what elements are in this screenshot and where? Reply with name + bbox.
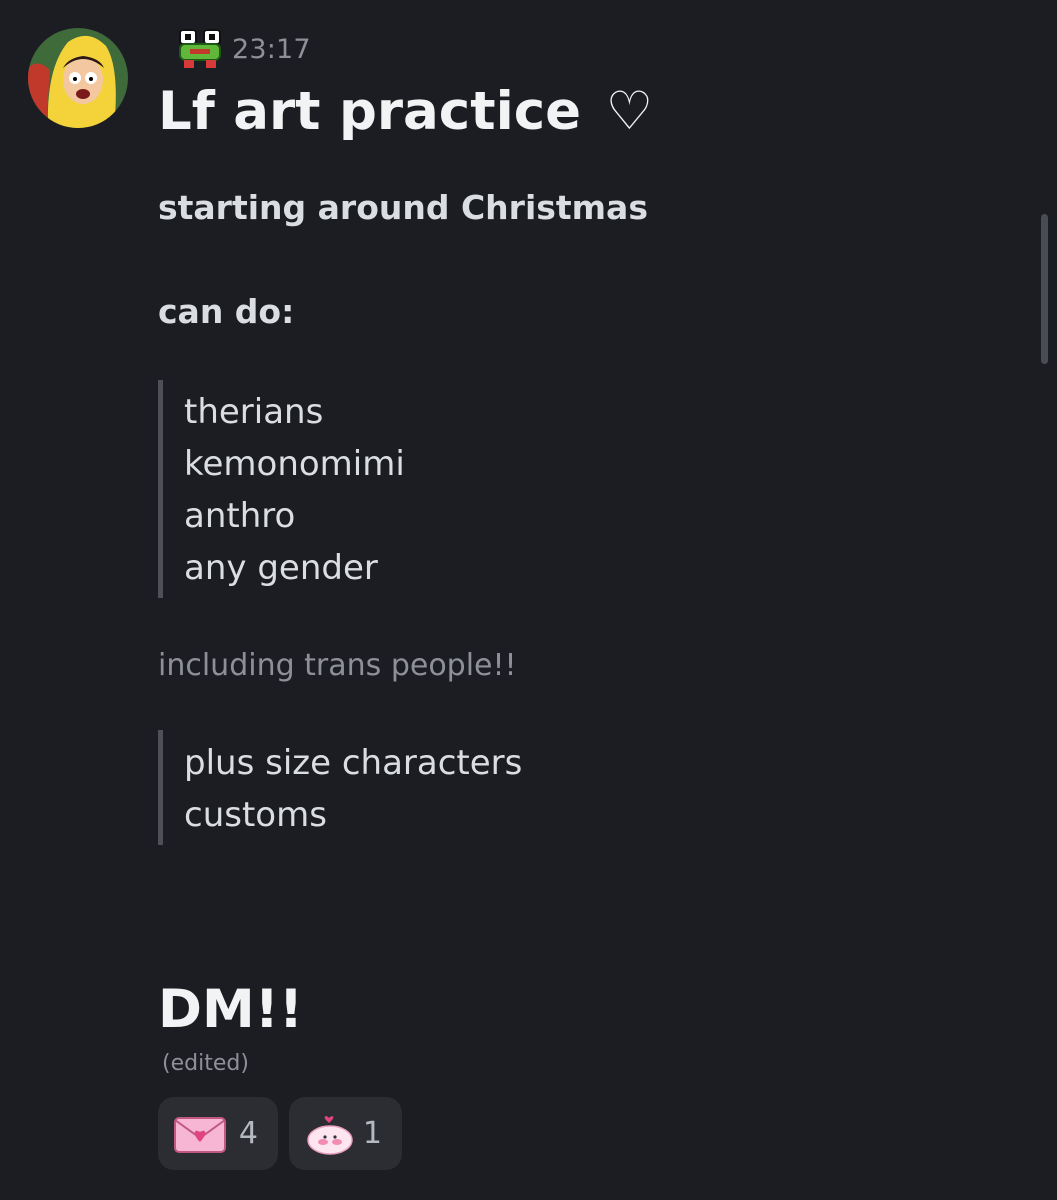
edited-label: (edited) (162, 1051, 249, 1076)
message-meta: 23:17 (178, 28, 311, 70)
avatar-image (28, 28, 128, 128)
blockquote-can-do: therians kemonomimi anthro any gender (158, 380, 405, 598)
quote-item: customs (184, 795, 327, 835)
avatar[interactable] (28, 28, 128, 128)
reactions-bar: 4 1 (158, 1097, 402, 1170)
quote-item: therians (184, 392, 324, 432)
scrollbar-thumb[interactable] (1041, 214, 1048, 364)
blockquote-extras: plus size characters customs (158, 730, 522, 845)
quote-item: any gender (184, 548, 378, 588)
quote-item: anthro (184, 496, 296, 536)
reaction-count: 4 (238, 1116, 258, 1151)
reaction-pink-blob[interactable]: 1 (289, 1097, 402, 1170)
reaction-count: 1 (362, 1116, 382, 1151)
starting-line: starting around Christmas (158, 188, 648, 227)
dm-heading: DM!! (158, 979, 304, 1040)
message-title: Lf art practice ♡ (158, 78, 653, 146)
reaction-love-letter[interactable]: 4 (158, 1097, 278, 1170)
can-do-heading: can do: (158, 292, 295, 331)
quote-item: plus size characters (184, 743, 523, 783)
subtext-note: including trans people!! (158, 648, 517, 683)
frog-emoji-icon (179, 29, 221, 68)
heart-symbol: ♡ (605, 81, 654, 142)
pink-blob-icon (307, 1115, 353, 1155)
timestamp: 23:17 (232, 33, 311, 65)
love-letter-icon (174, 1116, 226, 1153)
quote-item: kemonomimi (184, 444, 405, 484)
title-text: Lf art practice (158, 81, 582, 142)
